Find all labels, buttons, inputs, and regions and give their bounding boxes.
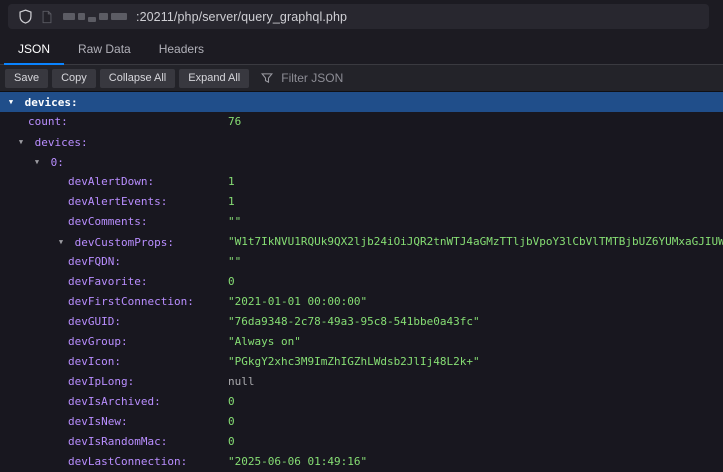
json-row-devices-root[interactable]: ▼ devices: — [0, 92, 723, 112]
json-key: devComments: — [68, 215, 147, 228]
json-key: devFirstConnection: — [68, 295, 194, 308]
json-key: devLastConnection: — [68, 455, 187, 468]
tab-headers[interactable]: Headers — [145, 33, 218, 64]
page-icon[interactable] — [40, 10, 54, 24]
filter-icon — [261, 72, 273, 84]
json-row-devIcon[interactable]: devIcon: "PGkgY2xhc3M9ImZhIGZhLWdsb2JlIj… — [0, 352, 723, 372]
browser-top-bar: :20211/php/server/query_graphql.php — [0, 0, 723, 33]
json-value: null — [228, 372, 255, 392]
json-key: devIsRandomMac: — [68, 435, 167, 448]
json-row-devAlertEvents[interactable]: devAlertEvents: 1 — [0, 192, 723, 212]
json-key: devIsArchived: — [68, 395, 161, 408]
json-value: 0 — [228, 432, 235, 452]
json-value: "2021-01-01 00:00:00" — [228, 292, 367, 312]
expand-arrow-icon[interactable]: ▼ — [54, 232, 68, 252]
json-key: devCustomProps: — [75, 236, 174, 249]
json-row-index-0[interactable]: ▼ 0: — [0, 152, 723, 172]
expand-arrow-icon[interactable]: ▼ — [4, 92, 18, 112]
json-key: devAlertEvents: — [68, 195, 167, 208]
url-bar[interactable]: :20211/php/server/query_graphql.php — [8, 4, 709, 29]
json-toolbar: Save Copy Collapse All Expand All — [0, 65, 723, 92]
json-value: "2025-06-06 01:49:16" — [228, 452, 367, 472]
shield-icon[interactable] — [18, 9, 33, 24]
json-row-devGroup[interactable]: devGroup: "Always on" — [0, 332, 723, 352]
json-key: devAlertDown: — [68, 175, 154, 188]
json-value: 1 — [228, 192, 235, 212]
json-row-devFavorite[interactable]: devFavorite: 0 — [0, 272, 723, 292]
tab-raw-data[interactable]: Raw Data — [64, 33, 145, 64]
json-tree: ▼ devices: count: 76 ▼ devices: ▼ 0: dev… — [0, 92, 723, 472]
json-row-devIsRandomMac[interactable]: devIsRandomMac: 0 — [0, 432, 723, 452]
json-row-devices-array[interactable]: ▼ devices: — [0, 132, 723, 152]
json-row-devIpLong[interactable]: devIpLong: null — [0, 372, 723, 392]
copy-button[interactable]: Copy — [52, 69, 96, 88]
collapse-all-button[interactable]: Collapse All — [100, 69, 175, 88]
json-value: "" — [228, 252, 241, 272]
json-row-devCustomProps[interactable]: ▼ devCustomProps: "W1t7IkNVU1RQUk9QX2ljb… — [0, 232, 723, 252]
filter-json-input[interactable] — [279, 70, 423, 86]
json-value: 0 — [228, 272, 235, 292]
json-row-devFirstConnection[interactable]: devFirstConnection: "2021-01-01 00:00:00… — [0, 292, 723, 312]
json-row-devLastConnection[interactable]: devLastConnection: "2025-06-06 01:49:16" — [0, 452, 723, 472]
json-value: "W1t7IkNVU1RQUk9QX2ljb24iOiJQR2tnWTJ4aGM… — [228, 232, 723, 252]
json-key: count: — [28, 115, 68, 128]
redacted-host — [63, 13, 127, 20]
save-button[interactable]: Save — [5, 69, 48, 88]
json-key: devices: — [25, 96, 78, 109]
expand-arrow-icon[interactable]: ▼ — [30, 152, 44, 172]
json-value: "76da9348-2c78-49a3-95c8-541bbe0a43fc" — [228, 312, 480, 332]
tab-json[interactable]: JSON — [4, 33, 64, 64]
json-key: devIsNew: — [68, 415, 128, 428]
json-value: "" — [228, 212, 241, 232]
expand-arrow-icon[interactable]: ▼ — [14, 132, 28, 152]
json-row-devGUID[interactable]: devGUID: "76da9348-2c78-49a3-95c8-541bbe… — [0, 312, 723, 332]
json-key: devGUID: — [68, 315, 121, 328]
json-key: devGroup: — [68, 335, 128, 348]
json-key: 0: — [51, 156, 64, 169]
json-value: 1 — [228, 172, 235, 192]
viewer-tab-bar: JSON Raw Data Headers — [0, 33, 723, 65]
json-value: 0 — [228, 412, 235, 432]
json-value: "Always on" — [228, 332, 301, 352]
expand-all-button[interactable]: Expand All — [179, 69, 249, 88]
json-key: devIcon: — [68, 355, 121, 368]
json-row-count[interactable]: count: 76 — [0, 112, 723, 132]
json-key: devFQDN: — [68, 255, 121, 268]
json-row-devComments[interactable]: devComments: "" — [0, 212, 723, 232]
json-value: 0 — [228, 392, 235, 412]
json-key: devices: — [35, 136, 88, 149]
json-key: devFavorite: — [68, 275, 147, 288]
filter-box — [261, 70, 423, 86]
json-key: devIpLong: — [68, 375, 134, 388]
json-value: "PGkgY2xhc3M9ImZhIGZhLWdsb2JlIj48L2k+" — [228, 352, 480, 372]
json-row-devAlertDown[interactable]: devAlertDown: 1 — [0, 172, 723, 192]
json-row-devFQDN[interactable]: devFQDN: "" — [0, 252, 723, 272]
url-text[interactable]: :20211/php/server/query_graphql.php — [136, 10, 347, 24]
json-value: 76 — [228, 112, 241, 132]
json-row-devIsArchived[interactable]: devIsArchived: 0 — [0, 392, 723, 412]
json-row-devIsNew[interactable]: devIsNew: 0 — [0, 412, 723, 432]
